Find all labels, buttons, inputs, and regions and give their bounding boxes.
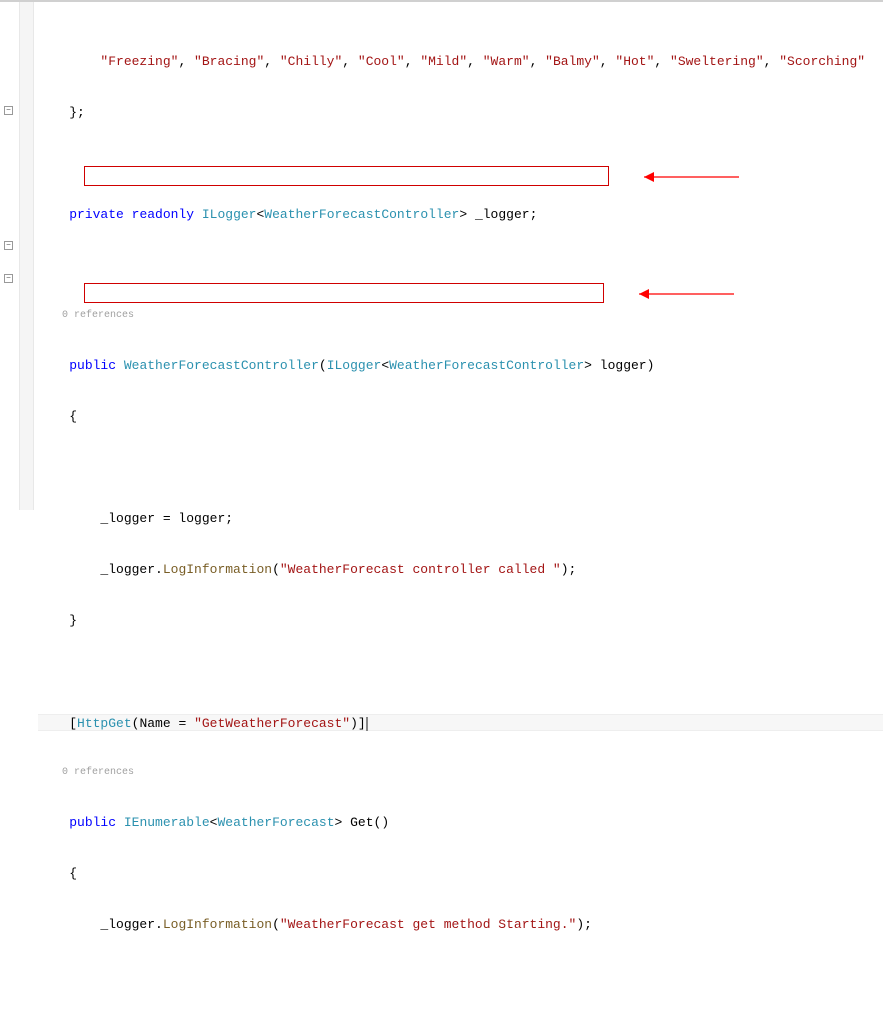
breakpoint-margin[interactable] [20,2,34,510]
fold-gutter: − − − [0,2,20,510]
text-caret [366,717,368,731]
code-area[interactable]: "Freezing", "Bracing", "Chilly", "Cool",… [34,2,883,510]
annotation-arrow-icon [629,285,739,303]
current-line[interactable]: [HttpGet(Name = "GetWeatherForecast")] [38,714,883,731]
blank-line[interactable] [38,257,883,274]
code-line[interactable]: } [38,612,883,629]
blank-line[interactable] [38,663,883,680]
code-line[interactable]: { [38,408,883,425]
blank-line[interactable] [38,155,883,172]
code-line[interactable]: _logger.LogInformation("WeatherForecast … [38,916,883,933]
code-line[interactable]: _logger = logger; [38,510,883,527]
code-line[interactable]: private readonly ILogger<WeatherForecast… [38,206,883,223]
blank-line[interactable] [38,459,883,476]
code-line[interactable]: }; [38,104,883,121]
code-line[interactable]: public WeatherForecastController(ILogger… [38,357,883,374]
code-editor[interactable]: − − − "Freezing", "Bracing", "Chilly", "… [0,2,883,510]
blank-line[interactable] [38,967,883,984]
fold-toggle-icon[interactable]: − [4,274,13,283]
code-line[interactable]: "Freezing", "Bracing", "Chilly", "Cool",… [38,53,883,70]
code-line[interactable]: public IEnumerable<WeatherForecast> Get(… [38,814,883,831]
codelens-references[interactable]: 0 references [38,308,883,323]
fold-toggle-icon[interactable]: − [4,241,13,250]
code-line[interactable]: { [38,865,883,882]
code-line[interactable]: return Enumerable.Range(1, 5).Select(ind… [38,1018,883,1020]
annotation-box [84,283,604,303]
codelens-references[interactable]: 0 references [38,765,883,780]
fold-toggle-icon[interactable]: − [4,106,13,115]
code-line[interactable]: _logger.LogInformation("WeatherForecast … [38,561,883,578]
